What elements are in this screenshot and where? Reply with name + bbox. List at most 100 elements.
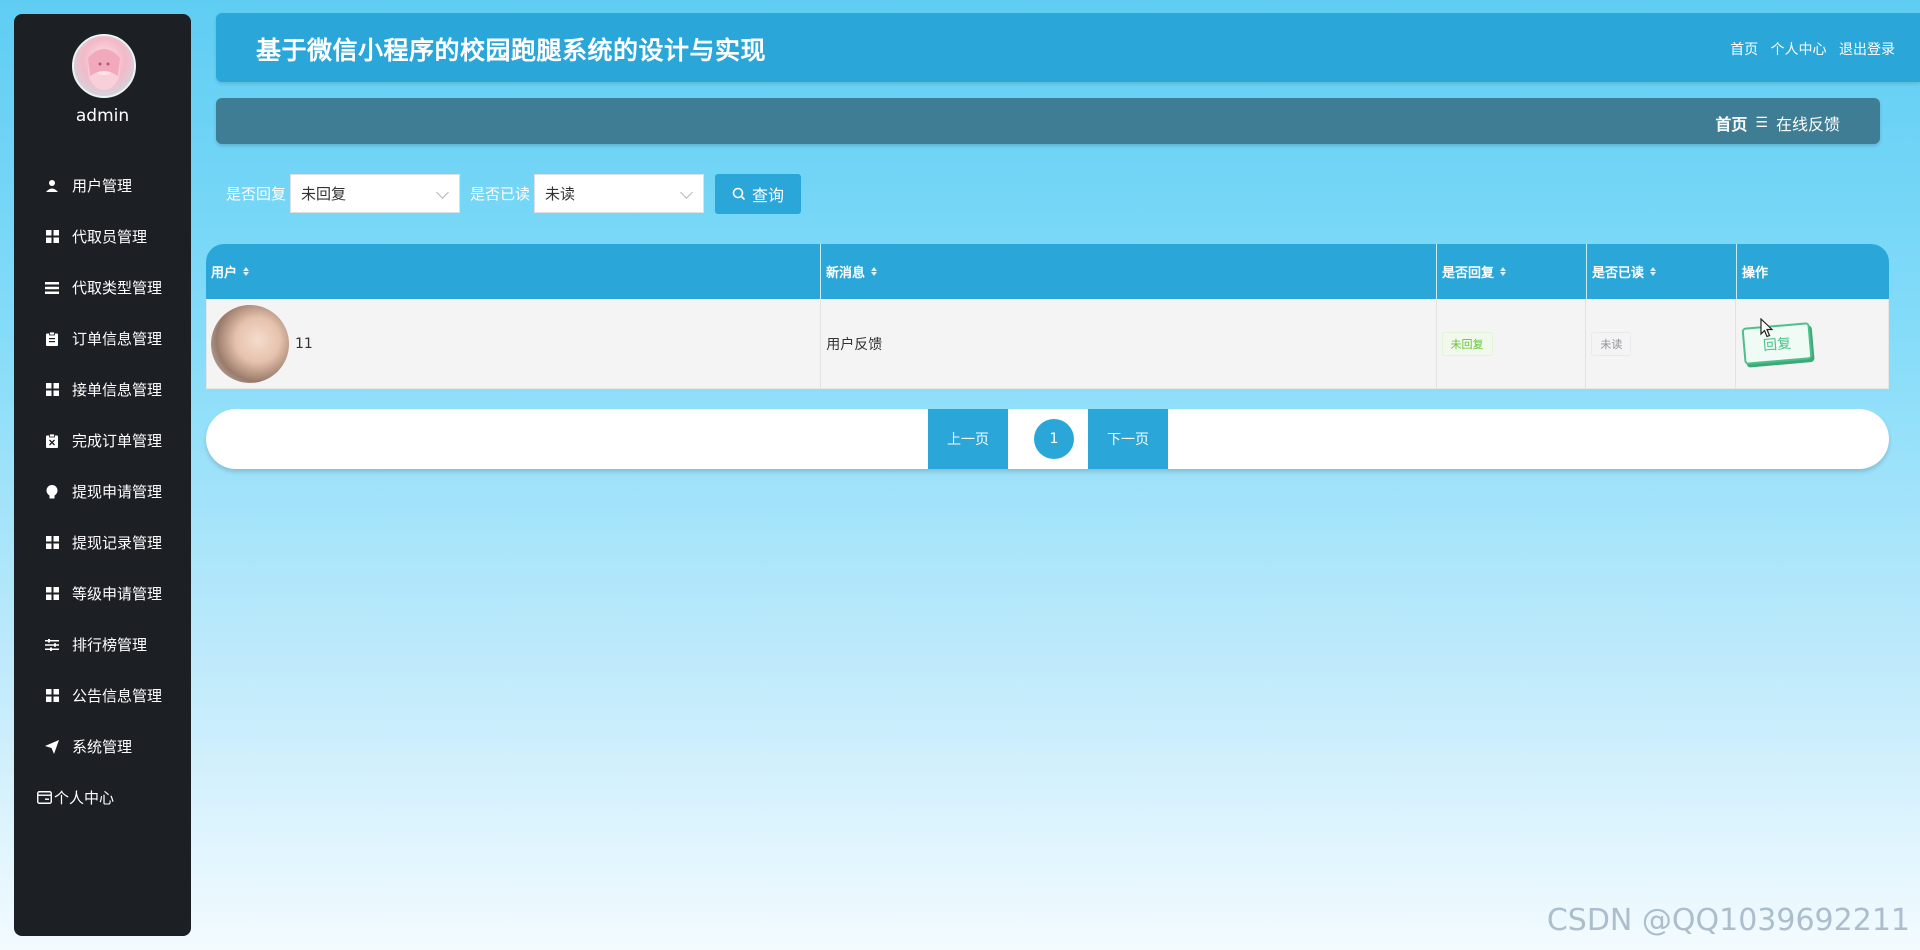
card-icon bbox=[36, 790, 52, 806]
chevron-down-icon bbox=[680, 186, 693, 199]
column-header-label: 操作 bbox=[1742, 266, 1769, 281]
list-icon bbox=[44, 280, 60, 296]
cell-actions: 回复 bbox=[1736, 299, 1888, 388]
sidebar-item-label: 系统管理 bbox=[72, 738, 133, 756]
sort-icon[interactable] bbox=[1500, 267, 1507, 276]
read-filter-select[interactable]: 未读 bbox=[534, 174, 705, 213]
grid-icon bbox=[44, 688, 60, 704]
sidebar: admin 用户管理 代取员管理 代取类型管理 订单信息管理 接单信息管理 完成… bbox=[14, 14, 191, 936]
sidebar-item-completed-order-management[interactable]: 完成订单管理 bbox=[14, 415, 191, 466]
sidebar-item-label: 用户管理 bbox=[72, 177, 133, 195]
reply-button[interactable]: 回复 bbox=[1741, 322, 1813, 365]
column-header-read[interactable]: 是否已读 bbox=[1587, 244, 1737, 299]
filter-bar: 是否回复 未回复 是否已读 未读 查询 bbox=[226, 173, 802, 214]
sidebar-item-leaderboard-management[interactable]: 排行榜管理 bbox=[14, 619, 191, 670]
status-badge-read: 未读 bbox=[1591, 331, 1632, 356]
header-link-logout[interactable]: 退出登录 bbox=[1839, 42, 1895, 58]
sidebar-item-pickup-type-management[interactable]: 代取类型管理 bbox=[14, 262, 191, 313]
sidebar-item-label: 等级申请管理 bbox=[72, 585, 163, 603]
admin-avatar[interactable] bbox=[72, 34, 136, 98]
sidebar-item-courier-management[interactable]: 代取员管理 bbox=[14, 211, 191, 262]
header-link-home[interactable]: 首页 bbox=[1730, 42, 1758, 58]
breadcrumb-separator-icon: ☰ bbox=[1755, 115, 1768, 131]
column-header-label: 新消息 bbox=[826, 266, 866, 281]
breadcrumb-current: 在线反馈 bbox=[1775, 115, 1840, 134]
top-header: 基于微信小程序的校园跑腿系统的设计与实现 首页 个人中心 退出登录 bbox=[216, 13, 1920, 82]
grid-icon bbox=[44, 535, 60, 551]
clipboard-x-icon bbox=[44, 433, 60, 449]
sidebar-item-level-request-management[interactable]: 等级申请管理 bbox=[14, 568, 191, 619]
sort-icon[interactable] bbox=[243, 267, 250, 276]
sidebar-item-label: 接单信息管理 bbox=[72, 381, 163, 399]
sidebar-item-label: 个人中心 bbox=[54, 789, 115, 807]
column-header-label: 用户 bbox=[211, 266, 238, 281]
sidebar-item-label: 公告信息管理 bbox=[72, 687, 163, 705]
sidebar-item-order-info-management[interactable]: 订单信息管理 bbox=[14, 313, 191, 364]
grid-icon bbox=[44, 586, 60, 602]
column-header-user[interactable]: 用户 bbox=[206, 244, 821, 299]
reply-filter-select[interactable]: 未回复 bbox=[290, 174, 461, 213]
column-header-new-message[interactable]: 新消息 bbox=[821, 244, 1437, 299]
search-icon bbox=[732, 187, 746, 201]
sidebar-menu: 用户管理 代取员管理 代取类型管理 订单信息管理 接单信息管理 完成订单管理 提… bbox=[14, 160, 191, 823]
feedback-table: 用户 新消息 是否回复 是否已读 操作 11 用户反馈 未回复 未读 回复 bbox=[206, 244, 1889, 389]
header-links: 首页 个人中心 退出登录 bbox=[1722, 39, 1895, 59]
table-row: 11 用户反馈 未回复 未读 回复 bbox=[206, 299, 1889, 389]
sort-icon[interactable] bbox=[1650, 267, 1657, 276]
breadcrumb-home[interactable]: 首页 bbox=[1715, 111, 1747, 135]
column-header-label: 是否已读 bbox=[1592, 266, 1645, 281]
query-button[interactable]: 查询 bbox=[715, 173, 802, 214]
status-badge-replied: 未回复 bbox=[1441, 331, 1493, 356]
sidebar-item-notice-management[interactable]: 公告信息管理 bbox=[14, 670, 191, 721]
sidebar-item-label: 代取员管理 bbox=[72, 228, 148, 246]
column-header-label: 是否回复 bbox=[1442, 266, 1495, 281]
column-header-actions: 操作 bbox=[1737, 244, 1889, 299]
mouse-cursor-icon bbox=[1760, 317, 1774, 342]
next-page-button[interactable]: 下一页 bbox=[1088, 409, 1168, 469]
user-icon bbox=[44, 178, 60, 194]
watermark: CSDN @QQ1039692211 bbox=[1546, 903, 1910, 938]
sidebar-item-label: 排行榜管理 bbox=[72, 636, 148, 654]
column-header-replied[interactable]: 是否回复 bbox=[1437, 244, 1587, 299]
breadcrumb-bar: 首页 ☰ 在线反馈 bbox=[216, 98, 1880, 144]
pagination: 上一页 1 下一页 bbox=[206, 409, 1889, 469]
sidebar-item-label: 代取类型管理 bbox=[72, 279, 163, 297]
grid-icon bbox=[44, 229, 60, 245]
read-filter-label: 是否已读 bbox=[470, 185, 531, 203]
reply-filter-label: 是否回复 bbox=[226, 185, 287, 203]
sidebar-item-label: 订单信息管理 bbox=[72, 330, 163, 348]
sidebar-item-system-management[interactable]: 系统管理 bbox=[14, 721, 191, 772]
page-title: 基于微信小程序的校园跑腿系统的设计与实现 bbox=[256, 36, 767, 65]
sidebar-item-withdraw-request-management[interactable]: 提现申请管理 bbox=[14, 466, 191, 517]
read-filter-value: 未读 bbox=[545, 185, 576, 203]
header-link-personal-center[interactable]: 个人中心 bbox=[1771, 42, 1827, 58]
prev-page-button[interactable]: 上一页 bbox=[928, 409, 1008, 469]
cell-replied: 未回复 bbox=[1437, 299, 1587, 388]
cell-new-message: 用户反馈 bbox=[821, 299, 1437, 388]
cell-message-text: 用户反馈 bbox=[826, 336, 883, 353]
sidebar-item-label: 提现申请管理 bbox=[72, 483, 163, 501]
send-icon bbox=[44, 739, 60, 755]
sidebar-item-withdraw-record-management[interactable]: 提现记录管理 bbox=[14, 517, 191, 568]
user-avatar bbox=[211, 304, 289, 383]
sidebar-item-label: 提现记录管理 bbox=[72, 534, 163, 552]
grid-icon bbox=[44, 382, 60, 398]
sidebar-item-accepted-order-management[interactable]: 接单信息管理 bbox=[14, 364, 191, 415]
page-number-button[interactable]: 1 bbox=[1034, 419, 1074, 459]
clipboard-icon bbox=[44, 331, 60, 347]
sort-icon[interactable] bbox=[871, 267, 878, 276]
cell-read: 未读 bbox=[1586, 299, 1737, 388]
sliders-icon bbox=[44, 637, 60, 653]
chevron-down-icon bbox=[436, 186, 449, 199]
table-header: 用户 新消息 是否回复 是否已读 操作 bbox=[206, 244, 1889, 299]
sidebar-item-user-management[interactable]: 用户管理 bbox=[14, 160, 191, 211]
reply-filter-value: 未回复 bbox=[301, 185, 347, 203]
admin-username: admin bbox=[75, 106, 130, 126]
cell-user-name: 11 bbox=[295, 335, 313, 352]
bulb-icon bbox=[44, 484, 60, 500]
sidebar-item-label: 完成订单管理 bbox=[72, 432, 163, 450]
avatar-image-icon bbox=[88, 49, 120, 90]
breadcrumb: 首页 ☰ 在线反馈 bbox=[1715, 111, 1840, 135]
query-button-label: 查询 bbox=[752, 185, 785, 205]
sidebar-item-personal-center[interactable]: 个人中心 bbox=[14, 772, 191, 823]
